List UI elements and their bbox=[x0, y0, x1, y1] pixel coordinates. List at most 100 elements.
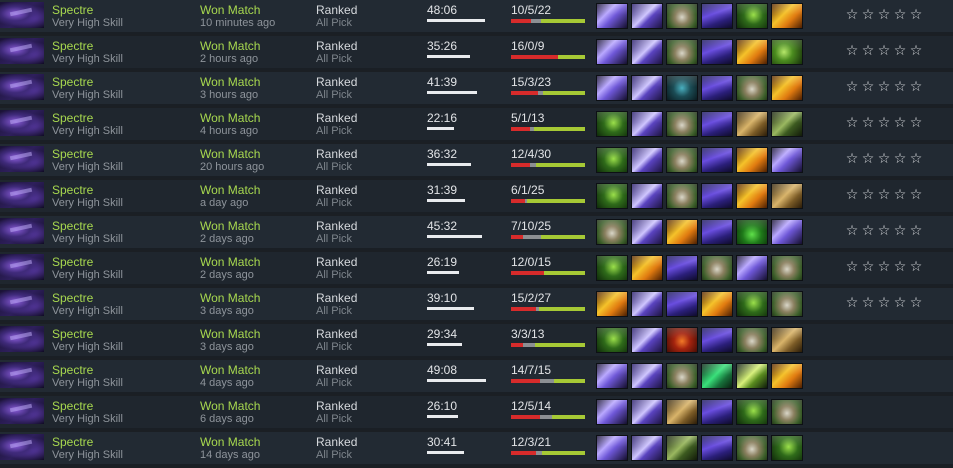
drum-icon[interactable] bbox=[666, 3, 698, 29]
star-icon[interactable]: ☆ bbox=[861, 8, 875, 22]
star-icon[interactable]: ☆ bbox=[861, 296, 875, 310]
radiance-icon[interactable] bbox=[666, 219, 698, 245]
hero-name[interactable]: Spectre bbox=[52, 363, 93, 377]
star-icon[interactable]: ☆ bbox=[845, 152, 859, 166]
match-row[interactable]: Spectre Very High Skill Won Match 3 days ag… bbox=[0, 288, 953, 322]
star-icon[interactable]: ☆ bbox=[845, 224, 859, 238]
star-icon[interactable]: ☆ bbox=[909, 44, 923, 58]
butterfly-icon[interactable] bbox=[596, 327, 628, 353]
hero-name[interactable]: Spectre bbox=[52, 219, 93, 233]
match-row[interactable]: Spectre Very High Skill Won Match 10 minute… bbox=[0, 0, 953, 34]
star-icon[interactable]: ☆ bbox=[845, 44, 859, 58]
hero-portrait[interactable] bbox=[0, 74, 44, 100]
radiance-icon[interactable] bbox=[631, 255, 663, 281]
match-row[interactable]: Spectre Very High Skill Won Match 2 days ag… bbox=[0, 216, 953, 250]
hero-name[interactable]: Spectre bbox=[52, 255, 93, 269]
abyssal-icon[interactable] bbox=[666, 435, 698, 461]
radiance-icon[interactable] bbox=[701, 291, 733, 317]
star-icon[interactable]: ☆ bbox=[845, 80, 859, 94]
drum-icon[interactable] bbox=[771, 255, 803, 281]
drum-icon[interactable] bbox=[771, 291, 803, 317]
hero-name[interactable]: Spectre bbox=[52, 327, 93, 341]
hero-portrait[interactable] bbox=[0, 110, 44, 136]
yasha-icon[interactable] bbox=[631, 39, 663, 65]
drum-icon[interactable] bbox=[701, 255, 733, 281]
yasha-icon[interactable] bbox=[631, 3, 663, 29]
yasha-icon[interactable] bbox=[631, 363, 663, 389]
star-icon[interactable]: ☆ bbox=[861, 80, 875, 94]
hero-portrait[interactable] bbox=[0, 398, 44, 424]
manta-icon[interactable] bbox=[701, 147, 733, 173]
star-icon[interactable]: ☆ bbox=[877, 260, 891, 274]
drum-icon[interactable] bbox=[596, 219, 628, 245]
manta-icon[interactable] bbox=[666, 255, 698, 281]
match-result[interactable]: Won Match bbox=[200, 255, 260, 269]
star-icon[interactable]: ☆ bbox=[893, 116, 907, 130]
butterfly-icon[interactable] bbox=[736, 291, 768, 317]
hero-portrait[interactable] bbox=[0, 254, 44, 280]
star-icon[interactable]: ☆ bbox=[909, 260, 923, 274]
scroll-icon[interactable] bbox=[666, 399, 698, 425]
star-icon[interactable]: ☆ bbox=[893, 296, 907, 310]
hero-portrait[interactable] bbox=[0, 326, 44, 352]
drum-icon[interactable] bbox=[771, 399, 803, 425]
match-result[interactable]: Won Match bbox=[200, 147, 260, 161]
star-icon[interactable]: ☆ bbox=[861, 152, 875, 166]
star-icon[interactable]: ☆ bbox=[861, 224, 875, 238]
star-icon[interactable]: ☆ bbox=[861, 260, 875, 274]
diffusal-icon[interactable] bbox=[596, 363, 628, 389]
butterfly-icon[interactable] bbox=[736, 3, 768, 29]
hero-name[interactable]: Spectre bbox=[52, 75, 93, 89]
hero-name[interactable]: Spectre bbox=[52, 435, 93, 449]
star-icon[interactable]: ☆ bbox=[861, 44, 875, 58]
match-result[interactable]: Won Match bbox=[200, 3, 260, 17]
butterfly-icon[interactable] bbox=[596, 147, 628, 173]
hero-portrait[interactable] bbox=[0, 182, 44, 208]
yasha-icon[interactable] bbox=[631, 183, 663, 209]
hero-name[interactable]: Spectre bbox=[52, 183, 93, 197]
star-icon[interactable]: ☆ bbox=[877, 116, 891, 130]
match-result[interactable]: Won Match bbox=[200, 111, 260, 125]
diffusal-icon[interactable] bbox=[596, 399, 628, 425]
butterfly-icon[interactable] bbox=[596, 111, 628, 137]
diffusal-icon[interactable] bbox=[771, 147, 803, 173]
star-icon[interactable]: ☆ bbox=[893, 260, 907, 274]
manta-icon[interactable] bbox=[701, 111, 733, 137]
match-row[interactable]: Spectre Very High Skill Won Match 3 hours a… bbox=[0, 72, 953, 106]
match-result[interactable]: Won Match bbox=[200, 291, 260, 305]
star-icon[interactable]: ☆ bbox=[845, 188, 859, 202]
star-icon[interactable]: ☆ bbox=[845, 260, 859, 274]
star-icon[interactable]: ☆ bbox=[877, 44, 891, 58]
hero-name[interactable]: Spectre bbox=[52, 39, 93, 53]
scroll-icon[interactable] bbox=[771, 327, 803, 353]
match-row[interactable]: Spectre Very High Skill Won Match 4 days ag… bbox=[0, 360, 953, 394]
drum-icon[interactable] bbox=[736, 327, 768, 353]
radiance-icon[interactable] bbox=[596, 291, 628, 317]
diffusal-icon[interactable] bbox=[596, 39, 628, 65]
star-icon[interactable]: ☆ bbox=[861, 188, 875, 202]
star-icon[interactable]: ☆ bbox=[909, 224, 923, 238]
star-icon[interactable]: ☆ bbox=[893, 224, 907, 238]
drum-icon[interactable] bbox=[666, 111, 698, 137]
match-row[interactable]: Spectre Very High Skill Won Match 2 days ag… bbox=[0, 252, 953, 286]
scroll-icon[interactable] bbox=[771, 183, 803, 209]
radiance-icon[interactable] bbox=[771, 363, 803, 389]
hero-portrait[interactable] bbox=[0, 146, 44, 172]
match-result[interactable]: Won Match bbox=[200, 327, 260, 341]
yasha-icon[interactable] bbox=[631, 75, 663, 101]
match-row[interactable]: Spectre Very High Skill Won Match 6 days ag… bbox=[0, 396, 953, 430]
star-icon[interactable]: ☆ bbox=[893, 80, 907, 94]
manta-icon[interactable] bbox=[701, 399, 733, 425]
manta-icon[interactable] bbox=[701, 183, 733, 209]
manta-icon[interactable] bbox=[701, 219, 733, 245]
drum-icon[interactable] bbox=[666, 39, 698, 65]
hero-portrait[interactable] bbox=[0, 218, 44, 244]
star-icon[interactable]: ☆ bbox=[877, 296, 891, 310]
star-icon[interactable]: ☆ bbox=[877, 188, 891, 202]
hero-portrait[interactable] bbox=[0, 290, 44, 316]
match-result[interactable]: Won Match bbox=[200, 435, 260, 449]
match-row[interactable]: Spectre Very High Skill Won Match 20 hours … bbox=[0, 144, 953, 178]
star-icon[interactable]: ☆ bbox=[877, 224, 891, 238]
yasha-icon[interactable] bbox=[631, 327, 663, 353]
hero-portrait[interactable] bbox=[0, 362, 44, 388]
